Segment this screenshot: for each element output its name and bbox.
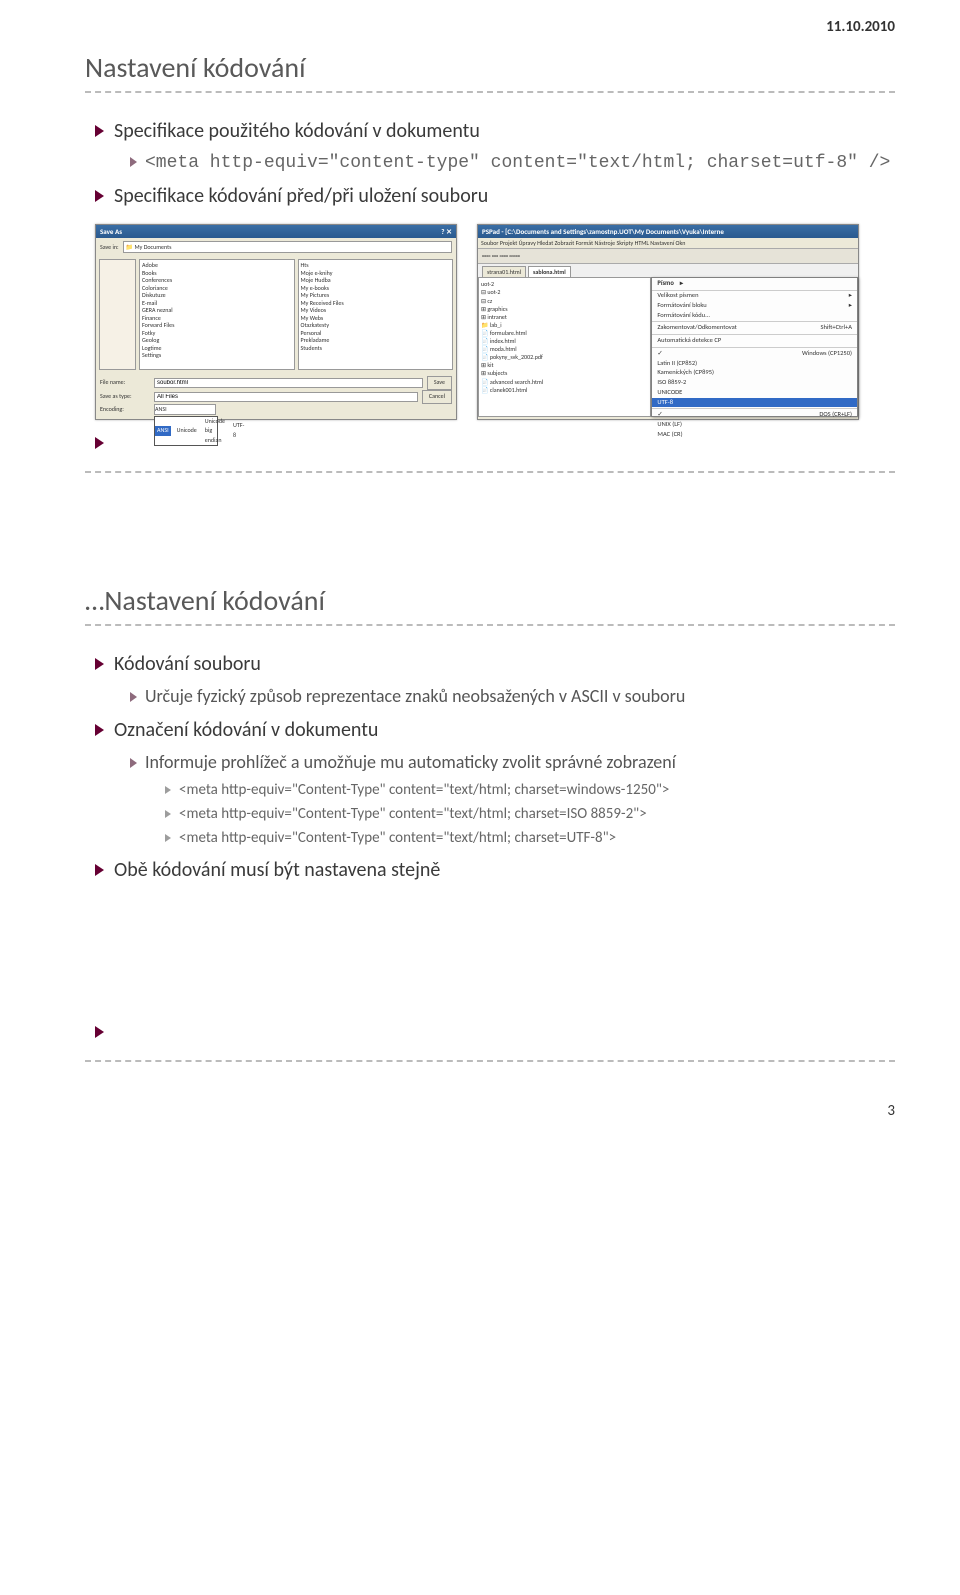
format-menu: Písmo Velikost písmen Formátování bloku … (651, 277, 858, 417)
divider (85, 471, 895, 473)
slide1-title: Nastavení kódování (85, 50, 895, 85)
save-in-combo[interactable]: 📁 My Documents (123, 241, 452, 253)
cp-item[interactable]: Windows (CP1250) (652, 349, 857, 359)
bullet-icon (165, 834, 171, 842)
menu-item[interactable]: Zakomentovat/OdkomentovatShift+Ctrl+A (652, 323, 857, 333)
meta-example: <meta http-equiv="Content-Type" content=… (165, 828, 895, 848)
divider (85, 91, 895, 93)
savetype-combo[interactable] (154, 392, 418, 402)
text: Označení kódování v dokumentu (114, 718, 378, 742)
file-list-area: AdobeBooks ConferencesColoriance Diskutu… (96, 256, 456, 373)
bullet-spec-save: Specifikace kódování před/při uložení so… (95, 183, 895, 209)
menu-item[interactable]: Formátování bloku (652, 301, 857, 311)
eol-item[interactable]: MAC (CR) (652, 430, 857, 440)
cp-item[interactable]: ISO 8859-2 (652, 378, 857, 388)
pspad-title: PSPad - [C:\Documents and Settings\zamos… (482, 227, 724, 236)
divider (85, 1060, 895, 1062)
bullet-icon (130, 692, 137, 702)
bullet-spec-doc: Specifikace použitého kódování v dokumen… (95, 118, 895, 144)
slide2-title: …Nastavení kódování (85, 583, 895, 618)
cancel-button[interactable]: Cancel (422, 390, 452, 404)
tab-active[interactable]: sablona.html (528, 266, 571, 277)
code-text: <meta http-equiv="content-type" content=… (145, 153, 890, 173)
bullet-icon (95, 724, 104, 736)
text: Specifikace kódování před/při uložení so… (114, 184, 488, 208)
encoding-option[interactable]: UTF-8 (231, 421, 246, 440)
encoding-option[interactable]: Unicode (175, 426, 199, 436)
bullet-icon (95, 125, 104, 137)
screenshot-row: Save As ? ✕ Save in: 📁 My Documents Adob… (95, 224, 895, 420)
tab[interactable]: strana01.html (482, 266, 526, 277)
encoding-combo[interactable]: ANSI ANSI Unicode Unicode big endian UTF… (154, 404, 216, 416)
savetype-label: Save as type: (100, 392, 150, 402)
menu-header[interactable]: Písmo (652, 278, 857, 291)
meta-example: <meta http-equiv="Content-Type" content=… (165, 780, 895, 800)
sub-bullet: Určuje fyzický způsob reprezentace znaků… (130, 685, 895, 708)
slide-1: Nastavení kódování Specifikace použitého… (85, 50, 895, 473)
bullet-icon (95, 190, 104, 202)
bullet-icon (95, 1026, 104, 1038)
menu-item[interactable]: Velikost písmen (652, 291, 857, 301)
menu-item[interactable]: Formátování kódu... (652, 311, 857, 321)
meta-example: <meta http-equiv="Content-Type" content=… (165, 804, 895, 824)
code-text: <meta http-equiv="Content-Type" content=… (179, 829, 616, 847)
eol-item[interactable]: DOS (CR+LF) (652, 410, 857, 420)
code-text: <meta http-equiv="Content-Type" content=… (179, 781, 669, 799)
filename-input[interactable] (154, 378, 423, 388)
pspad-tabs: strana01.html sablona.html (478, 264, 858, 277)
header-date: 11.10.2010 (826, 18, 895, 36)
pspad-titlebar: PSPad - [C:\Documents and Settings\zamos… (478, 225, 858, 238)
menu-item[interactable]: Automatická detekce CP (652, 336, 857, 346)
text: Kódování souboru (114, 652, 261, 676)
bullet-doc-encoding: Označení kódování v dokumentu (95, 717, 895, 743)
text: Informuje prohlížeč a umožňuje mu automa… (145, 751, 676, 773)
save-controls: File name: Save Save as type: Cancel Enc… (96, 373, 456, 419)
bullet-icon (165, 810, 171, 818)
page-number: 3 (85, 1102, 895, 1120)
save-in-label: Save in: (100, 243, 119, 251)
bullet-meta-code: <meta http-equiv="content-type" content=… (130, 152, 895, 175)
pspad-window: PSPad - [C:\Documents and Settings\zamos… (477, 224, 859, 420)
cp-item[interactable]: Kameníckých (CP895) (652, 368, 857, 378)
dialog-title: Save As (100, 227, 122, 236)
text: Specifikace použitého kódování v dokumen… (114, 119, 480, 143)
cp-item[interactable]: Latin II (CP852) (652, 359, 857, 369)
empty-bullet (95, 1019, 895, 1045)
encoding-dropdown[interactable]: ANSI Unicode Unicode big endian UTF-8 (154, 416, 218, 447)
slide-2: …Nastavení kódování Kódování souboru Urč… (85, 583, 895, 1062)
cp-item-selected[interactable]: UTF-8 (652, 398, 857, 408)
save-as-dialog: Save As ? ✕ Save in: 📁 My Documents Adob… (95, 224, 457, 420)
bullet-file-encoding: Kódování souboru (95, 651, 895, 677)
pspad-toolbar[interactable]: ▫▫▫▫ ▫▫▫ ▫▫▫▫ ▫▫▫▫▫ (478, 249, 858, 264)
bullet-icon (95, 658, 104, 670)
text: Obě kódování musí být nastavena stejně (114, 858, 440, 882)
file-list-col[interactable]: AdobeBooks ConferencesColoriance Diskutu… (139, 259, 295, 370)
close-icon[interactable]: ? ✕ (441, 227, 452, 236)
dialog-titlebar: Save As ? ✕ (96, 225, 456, 238)
text: Určuje fyzický způsob reprezentace znaků… (145, 685, 685, 707)
file-list-col[interactable]: HtsMoje e-knihy Moje HudbaMy e-books My … (298, 259, 454, 370)
encoding-option[interactable]: Unicode big endian (203, 417, 227, 446)
code-text: <meta http-equiv="Content-Type" content=… (179, 805, 647, 823)
encoding-label: Encoding: (100, 405, 150, 415)
encoding-option[interactable]: ANSI (155, 426, 171, 436)
eol-item[interactable]: UNIX (LF) (652, 420, 857, 430)
bullet-icon (95, 864, 104, 876)
bullet-icon (95, 437, 104, 449)
bullet-icon (130, 758, 137, 768)
sub-bullet: Informuje prohlížeč a umožňuje mu automa… (130, 751, 895, 774)
divider (85, 624, 895, 626)
pspad-tree[interactable]: uot-2⊟ uot-2 ⊟ cz ⊞ graphics ⊞ intranet … (478, 277, 651, 417)
bullet-both-same: Obě kódování musí být nastavena stejně (95, 857, 895, 883)
places-bar[interactable] (99, 259, 136, 370)
bullet-icon (165, 786, 171, 794)
save-in-row: Save in: 📁 My Documents (96, 238, 456, 256)
save-button[interactable]: Save (427, 376, 452, 390)
pspad-menubar[interactable]: Soubor Projekt Úpravy Hledat Zobrazit Fo… (478, 238, 858, 249)
cp-item[interactable]: UNICODE (652, 388, 857, 398)
bullet-icon (130, 157, 137, 167)
filename-label: File name: (100, 378, 150, 388)
